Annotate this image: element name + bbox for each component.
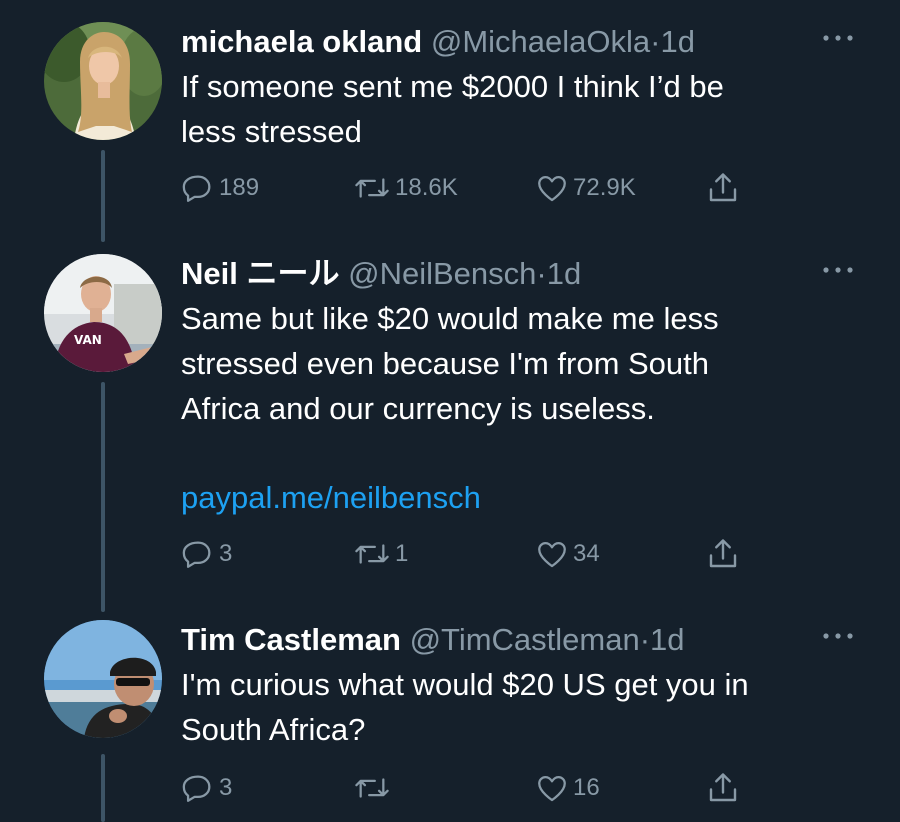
tweet-header: Tim Castleman @TimCastleman·1d	[181, 620, 685, 660]
author-name[interactable]: Neil ニール	[181, 256, 339, 291]
share-icon	[709, 773, 737, 802]
retweet-icon	[355, 544, 389, 564]
author-handle[interactable]: @MichaelaOkla	[431, 24, 650, 59]
author-handle[interactable]: @NeilBensch	[348, 256, 536, 291]
timestamp[interactable]: 1d	[547, 256, 581, 291]
like-count: 16	[573, 774, 600, 801]
action-bar: 3 16	[181, 768, 781, 808]
svg-text:VAN: VAN	[74, 333, 102, 347]
like-button[interactable]: 16	[535, 768, 600, 808]
reply-count: 3	[219, 540, 233, 567]
like-icon	[538, 541, 566, 568]
like-button[interactable]: 34	[535, 534, 600, 574]
author-handle[interactable]: @TimCastleman	[410, 622, 640, 657]
share-button[interactable]	[705, 168, 745, 208]
like-icon	[538, 175, 566, 202]
like-button[interactable]: 72.9K	[535, 168, 636, 208]
more-icon[interactable]	[818, 28, 858, 48]
tweet-text-line: Same but like $20 would make me less	[181, 301, 719, 336]
reply-count: 189	[219, 174, 260, 201]
retweet-icon	[355, 178, 389, 198]
reply-button[interactable]: 189	[181, 168, 259, 208]
reply-button[interactable]: 3	[181, 768, 232, 808]
share-button[interactable]	[705, 768, 745, 808]
action-bar: 3 1 34	[181, 534, 781, 574]
tweet-text-line: Africa and our currency is useless.	[181, 391, 655, 426]
more-icon[interactable]	[818, 260, 858, 280]
tweet-text-line: less stressed	[181, 114, 362, 149]
author-name[interactable]: Tim Castleman	[181, 622, 401, 657]
tweet-michaela[interactable]: michaela okland @MichaelaOkla·1d If some…	[0, 22, 900, 262]
avatar-michaela[interactable]	[44, 22, 162, 140]
share-button[interactable]	[705, 534, 745, 574]
retweet-button[interactable]: 18.6K	[353, 168, 458, 208]
reply-button[interactable]: 3	[181, 534, 232, 574]
retweet-icon	[355, 778, 389, 798]
tweet-text-line: I'm curious what would $20 US get you in	[181, 667, 749, 702]
retweet-button[interactable]	[353, 768, 395, 808]
like-icon	[538, 775, 566, 802]
avatar-neil[interactable]: VAN	[44, 254, 162, 372]
like-count: 34	[573, 540, 600, 567]
separator-dot: ·	[536, 256, 547, 291]
timestamp[interactable]: 1d	[650, 622, 684, 657]
separator-dot: ·	[650, 24, 661, 59]
reply-icon	[182, 541, 211, 568]
retweet-count: 18.6K	[395, 174, 458, 201]
tweet-text-line: South Africa?	[181, 712, 366, 747]
author-name[interactable]: michaela okland	[181, 24, 422, 59]
reply-icon	[182, 775, 211, 802]
tweet-header: michaela okland @MichaelaOkla·1d	[181, 22, 695, 62]
avatar-tim[interactable]	[44, 620, 162, 738]
tweet-neil[interactable]: VAN Neil ニール @NeilBensch·1d Same but lik…	[0, 254, 900, 614]
tweet-text-line: stressed even because I'm from South	[181, 346, 710, 381]
reply-count: 3	[219, 774, 233, 801]
thread-line	[101, 754, 105, 822]
separator-dot: ·	[639, 622, 651, 657]
tweet-text-line: If someone sent me $2000 I think I’d be	[181, 69, 724, 104]
timestamp[interactable]: 1d	[660, 24, 694, 59]
thread-line	[101, 150, 105, 242]
share-icon	[709, 173, 737, 202]
thread-line	[101, 382, 105, 612]
like-count: 72.9K	[573, 174, 636, 201]
tweet-header: Neil ニール @NeilBensch·1d	[181, 254, 581, 294]
paypal-link[interactable]: paypal.me/neilbensch	[181, 475, 481, 520]
share-icon	[709, 539, 737, 568]
action-bar: 189 18.6K 72.9K	[181, 168, 781, 208]
tweet-tim[interactable]: Tim Castleman @TimCastleman·1d I'm curio…	[0, 620, 900, 822]
retweet-button[interactable]: 1	[353, 534, 408, 574]
more-icon[interactable]	[818, 626, 858, 646]
reply-icon	[182, 175, 211, 202]
retweet-count: 1	[395, 540, 409, 567]
